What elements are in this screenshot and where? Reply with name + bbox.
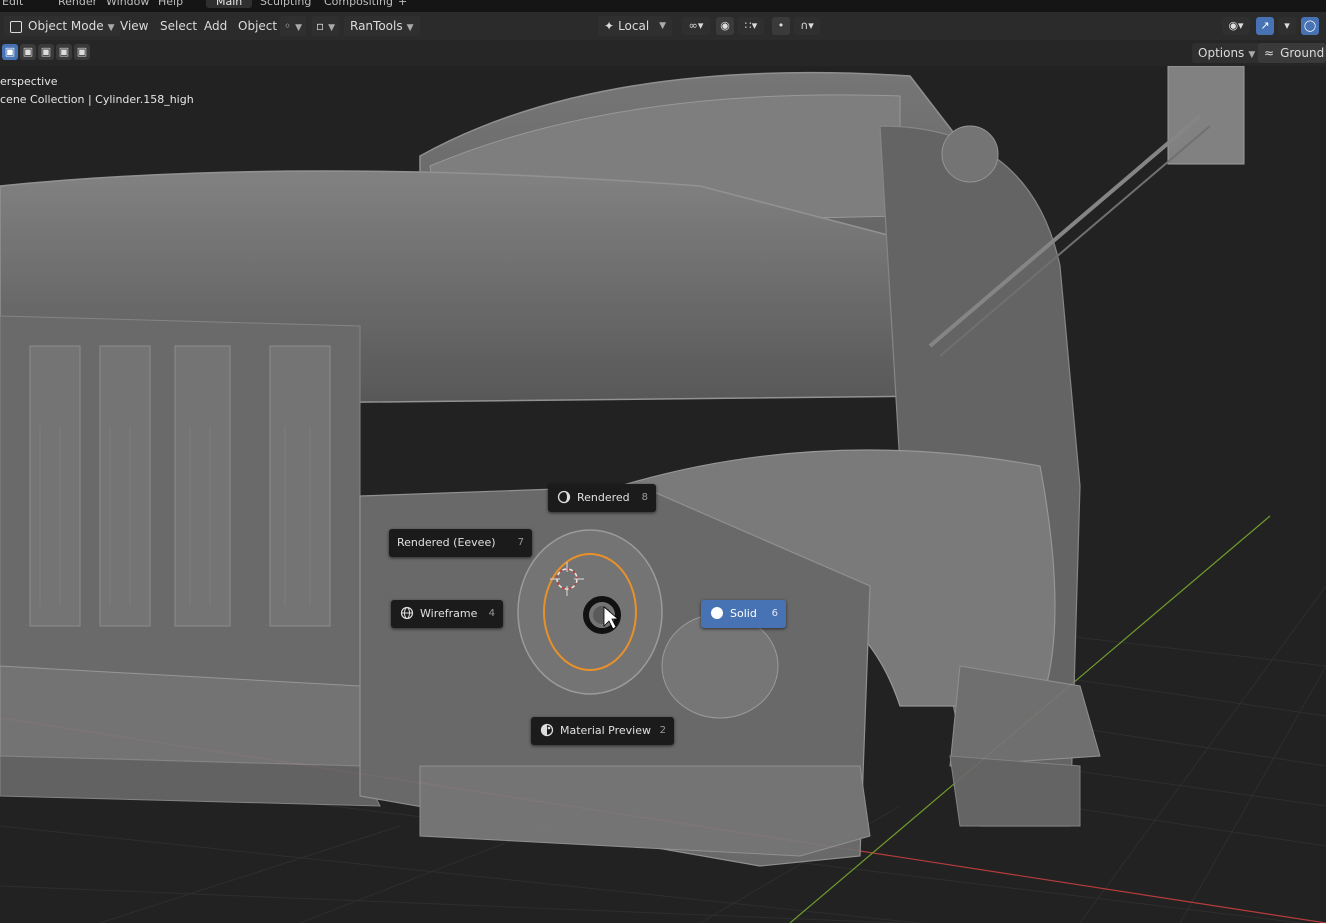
options-label: Options: [1198, 46, 1245, 60]
orientation-label: Local: [618, 19, 650, 33]
tool-settings-bar: ▣ ▣ ▣ ▣ ▣ Options ▼ ≈ Ground: [0, 40, 1326, 66]
wireframe-shading-icon: [400, 606, 414, 620]
menu-view[interactable]: View: [120, 16, 148, 36]
transform-pivot-dropdown[interactable]: ◦ ▼: [280, 16, 306, 36]
tab-sculpting[interactable]: Sculpting: [250, 0, 321, 8]
view-name-label: erspective: [0, 75, 58, 88]
gizmo-toggle-icon[interactable]: ↗: [1256, 17, 1274, 35]
pie-item-rendered-eevee[interactable]: Rendered (Eevee) 7: [389, 529, 532, 557]
add-workspace-button[interactable]: +: [398, 0, 407, 8]
ground-icon: ≈: [1264, 46, 1275, 60]
addon-label: RanTools: [350, 19, 403, 33]
options-dropdown[interactable]: Options ▼: [1192, 43, 1262, 63]
3d-viewport[interactable]: erspective cene Collection | Cylinder.15…: [0, 66, 1326, 923]
tab-main[interactable]: Main: [206, 0, 253, 8]
select-new-icon[interactable]: ▣: [2, 44, 18, 60]
pie-item-label: Material Preview: [560, 724, 652, 737]
mode-label: Object Mode: [28, 19, 104, 33]
select-extend-icon[interactable]: ▣: [20, 44, 36, 60]
viewport-scene: [0, 66, 1326, 923]
menu-window[interactable]: Window: [106, 0, 149, 8]
pie-item-label: Rendered: [577, 491, 630, 504]
transform-orientation-dropdown[interactable]: ✦ Local ▼: [598, 16, 672, 36]
proportional-edit-icon[interactable]: ◉: [716, 17, 734, 35]
pie-item-rendered[interactable]: Rendered 8: [548, 484, 656, 512]
chevron-down-icon: ▼: [1248, 50, 1256, 60]
mode-dropdown[interactable]: Object Mode ▼: [4, 16, 121, 36]
overlay-toggle-icon[interactable]: ◯: [1301, 17, 1319, 35]
menu-select[interactable]: Select: [160, 16, 197, 36]
solid-shading-icon: [711, 607, 723, 619]
snap-target-icon: ▫: [316, 19, 325, 33]
menu-help[interactable]: Help: [158, 0, 183, 8]
snap-toggle-icon[interactable]: •: [772, 17, 790, 35]
pie-item-wireframe[interactable]: Wireframe 4: [391, 600, 503, 628]
ground-label: Ground: [1280, 46, 1325, 60]
pie-item-material-preview[interactable]: Material Preview 2: [531, 717, 674, 745]
snap-grid-icon[interactable]: ∷▾: [738, 17, 764, 35]
rendered-shading-icon: [557, 490, 571, 504]
chevron-down-icon: ▼: [295, 23, 302, 33]
material-preview-icon: [540, 723, 554, 737]
collection-path-label: cene Collection | Cylinder.158_high: [0, 93, 194, 106]
pie-item-label: Wireframe: [420, 607, 478, 620]
menu-object[interactable]: Object: [238, 16, 277, 36]
pie-item-label: Solid: [730, 607, 757, 620]
select-intersect-icon[interactable]: ▣: [74, 44, 90, 60]
menu-add[interactable]: Add: [204, 16, 227, 36]
menu-edit[interactable]: Edit: [2, 0, 23, 8]
visibility-eye-icon[interactable]: ◉▾: [1222, 17, 1250, 35]
top-menu-bar: Edit Render Window Help Main Sculpting C…: [0, 0, 1326, 12]
gizmo-dropdown-icon[interactable]: ▾: [1278, 17, 1296, 35]
falloff-curve-icon[interactable]: ∩▾: [794, 17, 820, 35]
rantools-dropdown[interactable]: RanTools ▼: [344, 16, 420, 36]
chevron-down-icon: ▼: [406, 23, 414, 33]
truck-model: [0, 66, 1245, 867]
pie-item-solid[interactable]: Solid 6: [701, 600, 786, 628]
snap-target-dropdown[interactable]: ▫ ▼: [312, 16, 340, 36]
object-mode-icon: [10, 20, 22, 33]
pie-item-label: Rendered (Eevee): [397, 536, 496, 549]
chevron-down-icon: ▼: [107, 23, 115, 33]
select-invert-icon[interactable]: ▣: [56, 44, 72, 60]
tab-compositing[interactable]: Compositing: [314, 0, 403, 8]
viewport-header: Object Mode ▼ View Select Add Object ◦ ▼ ▫…: [0, 12, 1326, 40]
ground-button[interactable]: ≈ Ground: [1258, 43, 1326, 63]
pivot-icon: ◦: [284, 19, 292, 33]
shortcut-key: 7: [517, 537, 524, 548]
menu-render[interactable]: Render: [58, 0, 97, 8]
shortcut-key: 6: [771, 608, 778, 619]
link-icon[interactable]: ∞▾: [682, 17, 710, 35]
orientation-icon: ✦: [604, 19, 615, 33]
select-subtract-icon[interactable]: ▣: [38, 44, 54, 60]
shortcut-key: 4: [488, 608, 495, 619]
chevron-down-icon: ▼: [659, 21, 666, 31]
shortcut-key: 8: [641, 492, 648, 503]
shortcut-key: 2: [659, 725, 666, 736]
chevron-down-icon: ▼: [328, 23, 336, 33]
